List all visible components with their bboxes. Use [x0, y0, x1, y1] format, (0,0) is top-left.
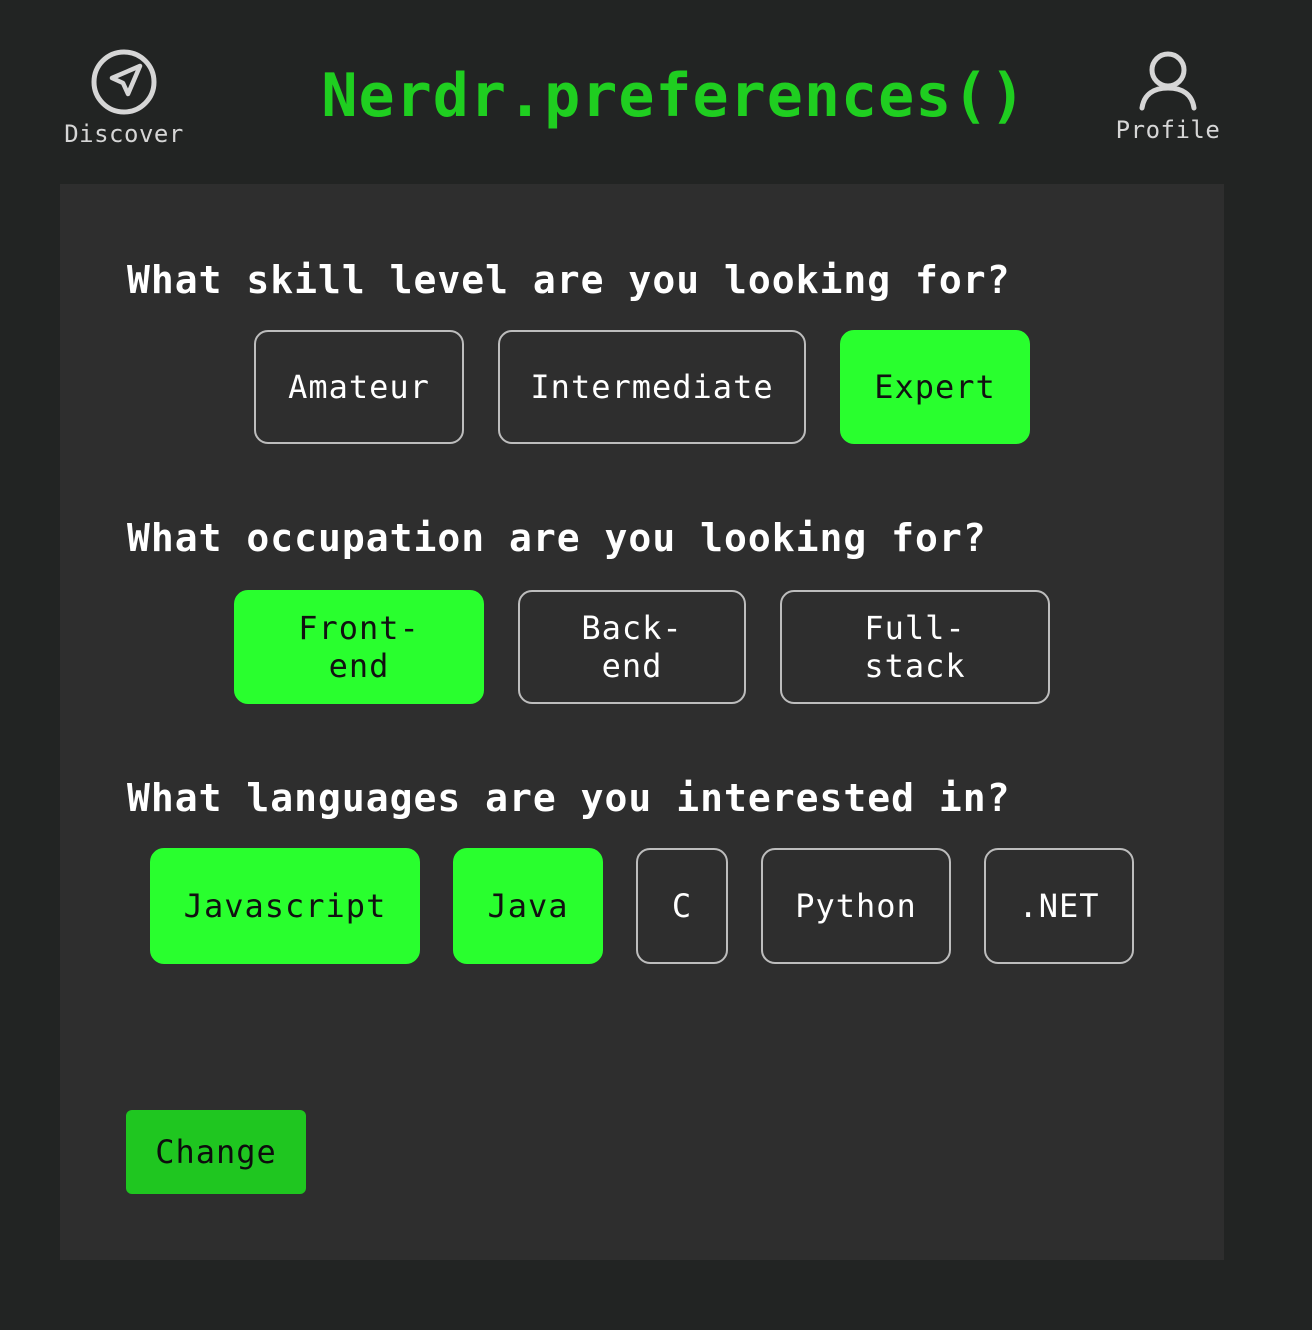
- option-java[interactable]: Java: [453, 848, 603, 964]
- preferences-panel: What skill level are you looking for? Am…: [60, 184, 1224, 1260]
- option-dotnet[interactable]: .NET: [984, 848, 1134, 964]
- nav-profile[interactable]: Profile: [1106, 48, 1230, 144]
- question-languages: What languages are you interested in?: [127, 776, 1011, 820]
- user-icon: [1136, 48, 1200, 112]
- option-front-end[interactable]: Front-end: [234, 590, 484, 704]
- skill-level-options: Amateur Intermediate Expert: [60, 330, 1224, 444]
- change-button[interactable]: Change: [126, 1110, 306, 1194]
- occupation-options: Front-end Back-end Full-stack: [60, 590, 1224, 704]
- question-skill-level: What skill level are you looking for?: [127, 258, 1011, 302]
- option-full-stack[interactable]: Full-stack: [780, 590, 1050, 704]
- option-back-end[interactable]: Back-end: [518, 590, 746, 704]
- language-options: Javascript Java C Python .NET: [60, 848, 1224, 964]
- option-python[interactable]: Python: [761, 848, 951, 964]
- preferences-screen: Discover Nerdr.preferences() Profile Wha…: [0, 0, 1312, 1330]
- option-amateur[interactable]: Amateur: [254, 330, 464, 444]
- option-intermediate[interactable]: Intermediate: [498, 330, 806, 444]
- option-javascript[interactable]: Javascript: [150, 848, 420, 964]
- question-occupation: What occupation are you looking for?: [127, 516, 987, 560]
- nav-profile-label: Profile: [1115, 116, 1221, 144]
- option-c[interactable]: C: [636, 848, 728, 964]
- option-expert[interactable]: Expert: [840, 330, 1030, 444]
